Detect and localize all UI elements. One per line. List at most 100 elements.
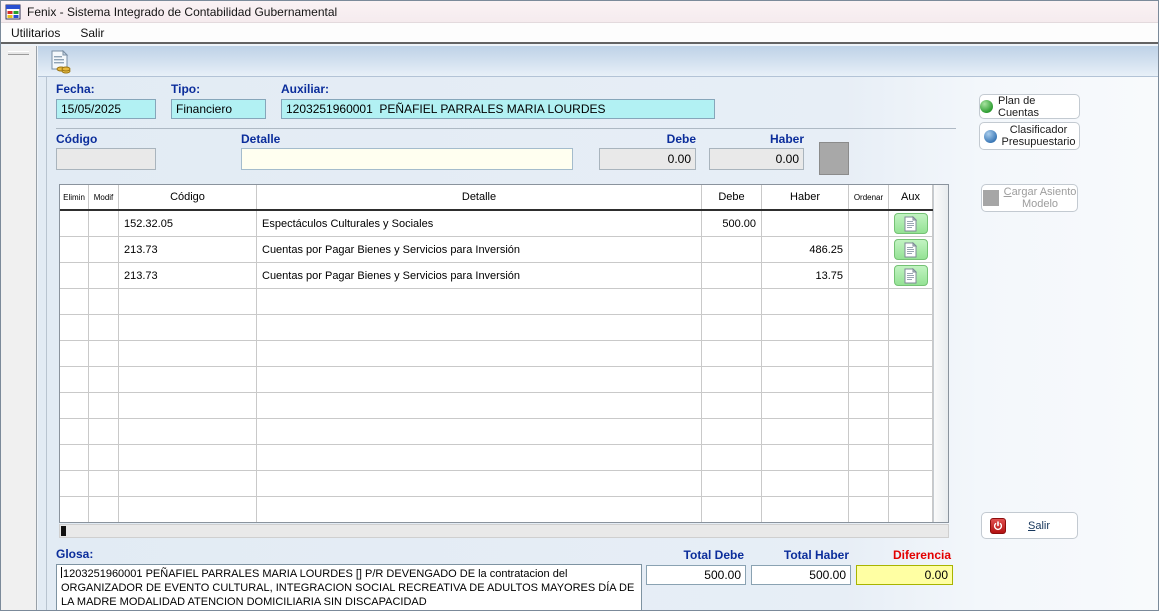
column-header-ordenar[interactable]: Ordenar — [849, 185, 889, 209]
table-row-empty — [60, 419, 933, 445]
cell-codigo — [119, 315, 257, 341]
table-vertical-scrollbar[interactable] — [933, 185, 948, 522]
aux-document-icon — [904, 268, 917, 284]
menu-utilitarios[interactable]: Utilitarios — [1, 23, 70, 43]
cell-debe — [702, 237, 762, 263]
cell-modif — [89, 289, 119, 315]
column-header-modif[interactable]: Modif — [89, 185, 119, 209]
table-row: 213.73Cuentas por Pagar Bienes y Servici… — [60, 263, 933, 289]
cell-modif — [89, 393, 119, 419]
cell-modif[interactable] — [89, 211, 119, 237]
cell-elimin — [60, 445, 89, 471]
cell-detalle — [257, 289, 702, 315]
cell-codigo: 213.73 — [119, 237, 257, 263]
table-horizontal-scrollbar[interactable] — [59, 524, 949, 538]
table-row-empty — [60, 393, 933, 419]
cell-codigo: 152.32.05 — [119, 211, 257, 237]
add-line-button[interactable] — [819, 142, 849, 175]
clasificador-presupuestario-button[interactable]: Clasificador Presupuestario — [979, 122, 1080, 150]
cell-ordenar — [849, 471, 889, 497]
cell-haber — [762, 341, 849, 367]
cell-ordenar — [849, 237, 889, 263]
column-header-elimin[interactable]: Elimin — [60, 185, 89, 209]
cell-haber — [762, 393, 849, 419]
cell-debe — [702, 419, 762, 445]
cell-elimin[interactable] — [60, 263, 89, 289]
cell-aux — [889, 341, 933, 367]
cell-modif[interactable] — [89, 237, 119, 263]
cell-aux — [889, 315, 933, 341]
cell-debe — [702, 445, 762, 471]
salir-button[interactable]: Salir — [981, 512, 1078, 539]
salir-label: Salir — [1028, 520, 1050, 532]
column-header-aux[interactable]: Aux — [889, 185, 933, 209]
cell-elimin — [60, 367, 89, 393]
cell-elimin — [60, 289, 89, 315]
ledger-table-body: EliminModifCódigoDetalleDebeHaberOrdenar… — [60, 185, 933, 522]
total-debe-input[interactable] — [646, 565, 746, 585]
cargar-label-line1: Cargar Asiento — [1004, 186, 1077, 198]
haber-label: Haber — [709, 132, 804, 146]
cell-codigo — [119, 471, 257, 497]
cargar-label-line2: Modelo — [1004, 198, 1077, 210]
glosa-textarea[interactable]: 1203251960001 PEÑAFIEL PARRALES MARIA LO… — [56, 564, 642, 611]
auxiliar-input[interactable] — [281, 99, 715, 119]
cell-debe — [702, 315, 762, 341]
cell-modif[interactable] — [89, 263, 119, 289]
cell-haber — [762, 367, 849, 393]
cell-detalle — [257, 445, 702, 471]
clasificador-label-line2: Presupuestario — [1002, 136, 1076, 148]
cell-elimin[interactable] — [60, 237, 89, 263]
cell-ordenar — [849, 211, 889, 237]
clasificador-label-line1: Clasificador — [1002, 124, 1076, 136]
panel-splitter-handle[interactable] — [8, 51, 29, 55]
detalle-input[interactable] — [241, 148, 573, 170]
cell-debe — [702, 263, 762, 289]
column-header-debe[interactable]: Debe — [702, 185, 762, 209]
cargar-asiento-modelo-button[interactable]: Cargar Asiento Modelo — [981, 184, 1078, 212]
cell-elimin — [60, 471, 89, 497]
cell-ordenar — [849, 445, 889, 471]
aux-button[interactable] — [894, 239, 928, 260]
haber-input[interactable] — [709, 148, 804, 170]
cell-detalle — [257, 367, 702, 393]
debe-label: Debe — [599, 132, 696, 146]
menu-bar: Utilitarios Salir — [1, 23, 1158, 44]
blue-sphere-icon — [984, 130, 997, 143]
cell-detalle — [257, 471, 702, 497]
tipo-input[interactable] — [171, 99, 266, 119]
app-icon — [5, 4, 21, 20]
cell-elimin — [60, 497, 89, 522]
aux-button[interactable] — [894, 213, 928, 234]
fecha-input[interactable] — [56, 99, 156, 119]
aux-button[interactable] — [894, 265, 928, 286]
column-header-codigo[interactable]: Código — [119, 185, 257, 209]
cell-modif — [89, 315, 119, 341]
total-haber-input[interactable] — [751, 565, 851, 585]
cell-ordenar — [849, 367, 889, 393]
cell-aux — [889, 497, 933, 522]
cell-modif — [89, 471, 119, 497]
document-coins-icon — [50, 50, 71, 74]
diferencia-input[interactable] — [856, 565, 953, 585]
aux-document-icon — [904, 242, 917, 258]
plan-de-cuentas-button[interactable]: Plan de Cuentas — [979, 94, 1080, 119]
column-header-detalle[interactable]: Detalle — [257, 185, 702, 209]
column-header-haber[interactable]: Haber — [762, 185, 849, 209]
cell-elimin[interactable] — [60, 211, 89, 237]
debe-input[interactable] — [599, 148, 696, 170]
table-row-empty — [60, 445, 933, 471]
cell-aux — [889, 367, 933, 393]
cell-haber — [762, 315, 849, 341]
cell-detalle — [257, 341, 702, 367]
new-entry-button[interactable] — [46, 48, 74, 75]
toolbar — [38, 46, 1158, 77]
cell-ordenar — [849, 419, 889, 445]
scrollbar-thumb[interactable] — [61, 526, 66, 536]
table-row-empty — [60, 367, 933, 393]
cell-detalle — [257, 393, 702, 419]
menu-salir[interactable]: Salir — [70, 23, 114, 43]
cell-haber — [762, 471, 849, 497]
codigo-input[interactable] — [56, 148, 156, 170]
cell-aux — [889, 471, 933, 497]
